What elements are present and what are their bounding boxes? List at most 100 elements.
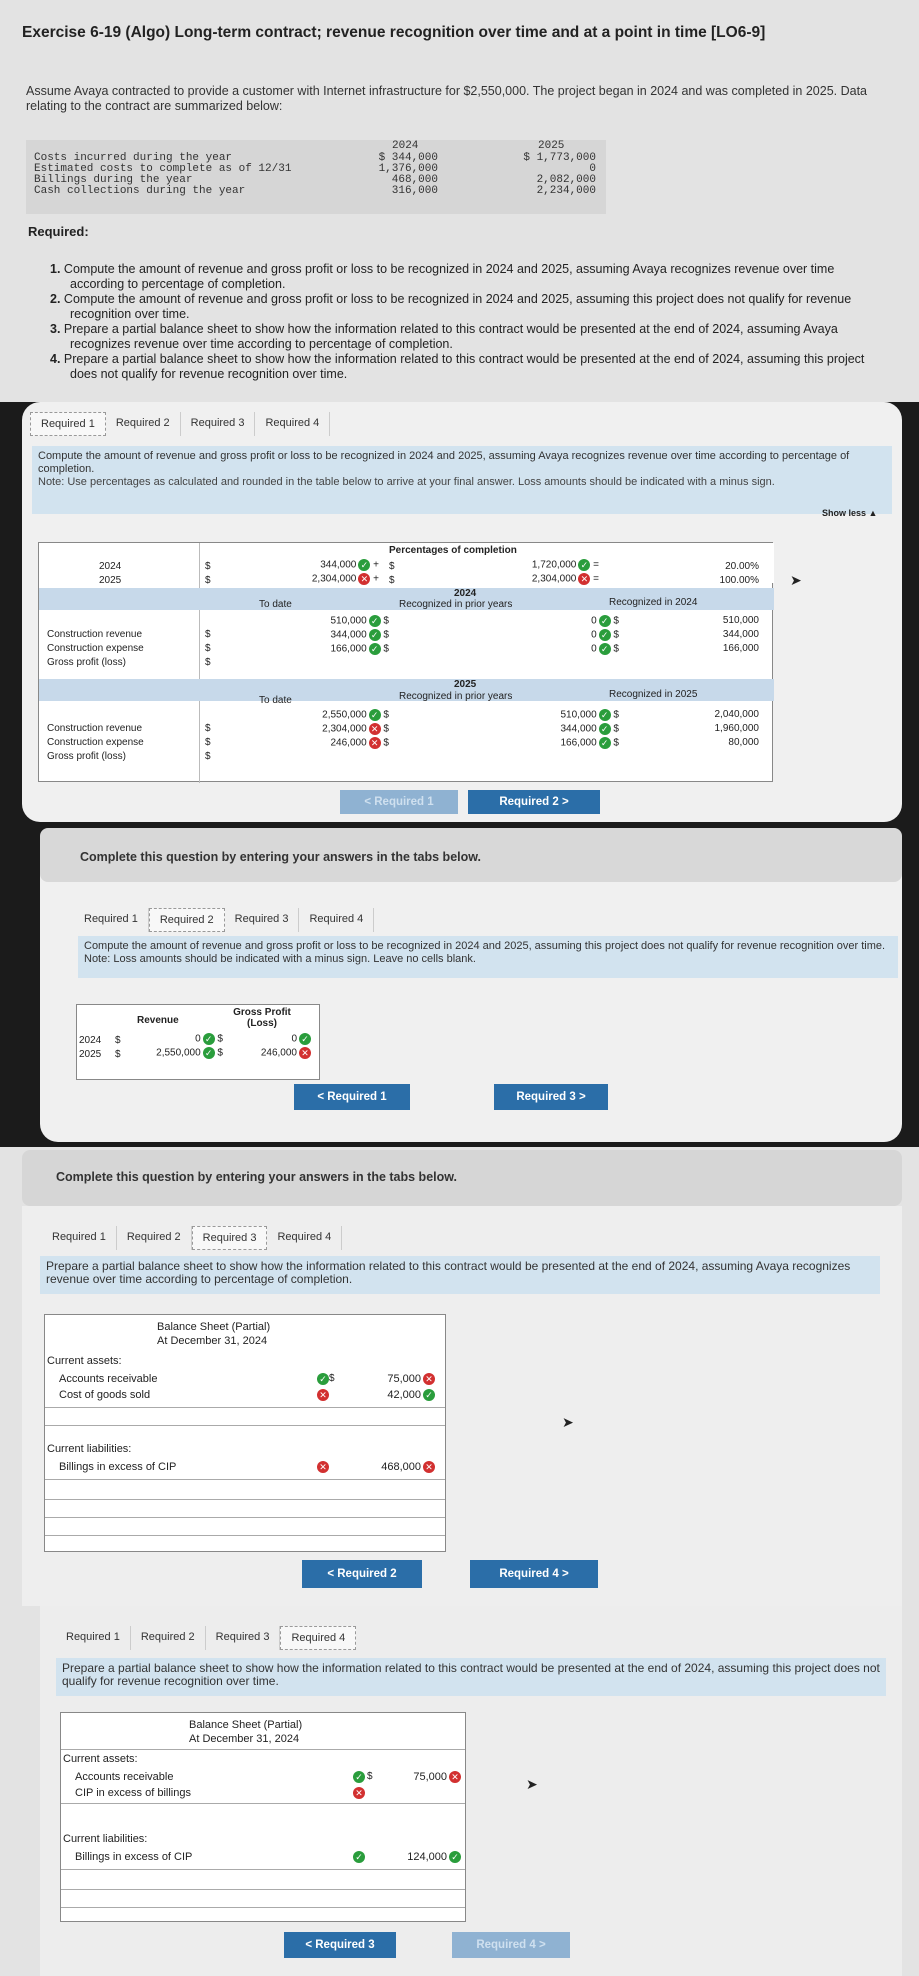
prior-value[interactable]: 0 <box>591 616 597 627</box>
check-icon: ✓ <box>578 559 591 571</box>
requirement-item: 1. Compute the amount of revenue and gro… <box>50 262 835 291</box>
recognized-value: 510,000 <box>722 615 759 626</box>
instruction-box: Compute the amount of revenue and gross … <box>32 446 892 514</box>
next-button[interactable]: Required 2 > <box>468 790 600 814</box>
next-button[interactable]: Required 3 > <box>494 1084 608 1110</box>
cost-to-date[interactable]: 344,000 <box>320 560 356 571</box>
tab-required-1[interactable]: Required 1 <box>42 1226 117 1250</box>
tab-required-2[interactable]: Required 2 <box>117 1226 192 1250</box>
balance-sheet-2024: Balance Sheet (Partial) At December 31, … <box>44 1314 446 1552</box>
bs-line[interactable]: CIP in excess of billings <box>75 1787 191 1799</box>
next-button[interactable]: Required 4 > <box>452 1932 570 1958</box>
row-label: Gross profit (loss) <box>47 751 126 762</box>
requirement-item: 3. Prepare a partial balance sheet to sh… <box>50 322 838 351</box>
prior-value[interactable]: 510,000 <box>561 710 597 721</box>
bs-line[interactable]: Accounts receivable <box>59 1373 157 1385</box>
bs-line[interactable]: Cost of goods sold <box>59 1389 150 1401</box>
prev-button[interactable]: < Required 1 <box>340 790 458 814</box>
col-gross-profit: Gross Profit (Loss) <box>233 1007 291 1029</box>
panel-required-1: Required 1 Required 2 Required 3 Require… <box>22 402 902 822</box>
row-label: Construction expense <box>47 737 144 748</box>
tab-required-4[interactable]: Required 4 <box>299 908 375 932</box>
page-title: Exercise 6-19 (Algo) Long-term contract;… <box>22 24 766 41</box>
recognized-value: 166,000 <box>722 643 759 654</box>
prev-button[interactable]: < Required 1 <box>294 1084 410 1110</box>
tab-required-3[interactable]: Required 3 <box>225 908 300 932</box>
row-year: 2024 <box>99 561 122 572</box>
tab-required-4[interactable]: Required 4 <box>280 1626 357 1650</box>
bs-line[interactable]: Billings in excess of CIP <box>59 1461 176 1473</box>
col-to-date: To date <box>259 695 292 706</box>
check-icon: ✓ <box>358 559 371 571</box>
bs-line[interactable]: Accounts receivable <box>75 1771 173 1783</box>
total-cost[interactable]: 2,304,000 <box>532 574 577 585</box>
tab-required-4[interactable]: Required 4 <box>267 1226 343 1250</box>
bs-value[interactable]: 75,000 <box>413 1771 447 1783</box>
prev-button[interactable]: < Required 2 <box>302 1560 422 1588</box>
col-to-date: To date <box>259 599 292 610</box>
to-date-value[interactable]: 510,000 <box>331 616 367 627</box>
requirements-list: 1. Compute the amount of revenue and gro… <box>50 262 880 382</box>
bs-section: Current assets: <box>63 1753 138 1765</box>
col-revenue: Revenue <box>137 1015 179 1026</box>
show-less-link[interactable]: Show less ▲ <box>822 508 877 518</box>
tab-required-2[interactable]: Required 2 <box>148 908 225 932</box>
tab-required-1[interactable]: Required 1 <box>30 412 106 436</box>
row-year: 2025 <box>99 575 122 586</box>
tab-required-2[interactable]: Required 2 <box>106 412 181 436</box>
to-date-value[interactable]: 166,000 <box>331 644 367 655</box>
tab-bar: Required 1 Required 2 Required 3 Require… <box>56 1626 357 1650</box>
tab-required-1[interactable]: Required 1 <box>74 908 149 932</box>
contract-data-table: 2024 2025 Costs incurred during the year… <box>26 140 606 214</box>
x-icon: ✕ <box>578 573 591 585</box>
percent-2025: 100.00% <box>719 575 759 586</box>
next-button[interactable]: Required 4 > <box>470 1560 598 1588</box>
percent-2024: 20.00% <box>725 561 759 572</box>
tab-required-4[interactable]: Required 4 <box>255 412 331 436</box>
prior-value[interactable]: 166,000 <box>561 738 597 749</box>
bs-value[interactable]: 42,000 <box>387 1389 421 1401</box>
prior-value[interactable]: 344,000 <box>561 724 597 735</box>
bs-section: Current liabilities: <box>63 1833 148 1845</box>
to-date-value[interactable]: 344,000 <box>331 630 367 641</box>
revenue-value[interactable]: 0 <box>195 1034 201 1045</box>
prior-value[interactable]: 0 <box>591 630 597 641</box>
cursor-icon: ➤ <box>562 1414 574 1430</box>
gross-profit-value[interactable]: 0 <box>291 1034 297 1045</box>
tab-required-3[interactable]: Required 3 <box>206 1626 281 1650</box>
percent-completion-grid: Percentages of completion 2024 2025 $ $ … <box>38 542 774 783</box>
panel-required-2: Complete this question by entering your … <box>40 828 902 1142</box>
tab-bar: Required 1 Required 2 Required 3 Require… <box>42 1226 343 1250</box>
instruction-box: Prepare a partial balance sheet to show … <box>40 1256 880 1294</box>
to-date-value[interactable]: 246,000 <box>331 738 367 749</box>
tab-required-2[interactable]: Required 2 <box>131 1626 206 1650</box>
recognized-value: 80,000 <box>728 737 759 748</box>
cost-to-date[interactable]: 2,304,000 <box>312 574 357 585</box>
tab-required-3[interactable]: Required 3 <box>181 412 256 436</box>
gross-profit-value[interactable]: 246,000 <box>261 1048 297 1059</box>
bs-date: At December 31, 2024 <box>157 1335 268 1347</box>
row-label: Construction expense <box>47 643 144 654</box>
col-prior: Recognized in prior years <box>399 691 513 702</box>
tab-required-3[interactable]: Required 3 <box>191 1226 268 1250</box>
bs-line[interactable]: Billings in excess of CIP <box>75 1851 192 1863</box>
total-cost[interactable]: 1,720,000 <box>532 560 577 571</box>
prior-value[interactable]: 0 <box>591 644 597 655</box>
bs-value[interactable]: 75,000 <box>387 1373 421 1385</box>
complete-instruction: Complete this question by entering your … <box>56 1170 457 1184</box>
data-value: $ 1,773,000 <box>523 152 596 164</box>
to-date-value[interactable]: 2,304,000 <box>322 724 367 735</box>
tab-required-1[interactable]: Required 1 <box>56 1626 131 1650</box>
to-date-value[interactable]: 2,550,000 <box>322 710 367 721</box>
tab-bar: Required 1 Required 2 Required 3 Require… <box>30 412 331 436</box>
tab-bar: Required 1 Required 2 Required 3 Require… <box>74 908 375 932</box>
revenue-value[interactable]: 2,550,000 <box>156 1048 201 1059</box>
prev-button[interactable]: < Required 3 <box>284 1932 396 1958</box>
row-label: Construction revenue <box>47 723 143 734</box>
section-year: 2024 <box>454 588 477 599</box>
row-year: 2024 <box>79 1035 102 1046</box>
bs-value[interactable]: 468,000 <box>381 1461 421 1473</box>
bs-value[interactable]: 124,000 <box>407 1851 447 1863</box>
bs-date: At December 31, 2024 <box>189 1733 300 1745</box>
data-value: 316,000 <box>391 185 438 197</box>
